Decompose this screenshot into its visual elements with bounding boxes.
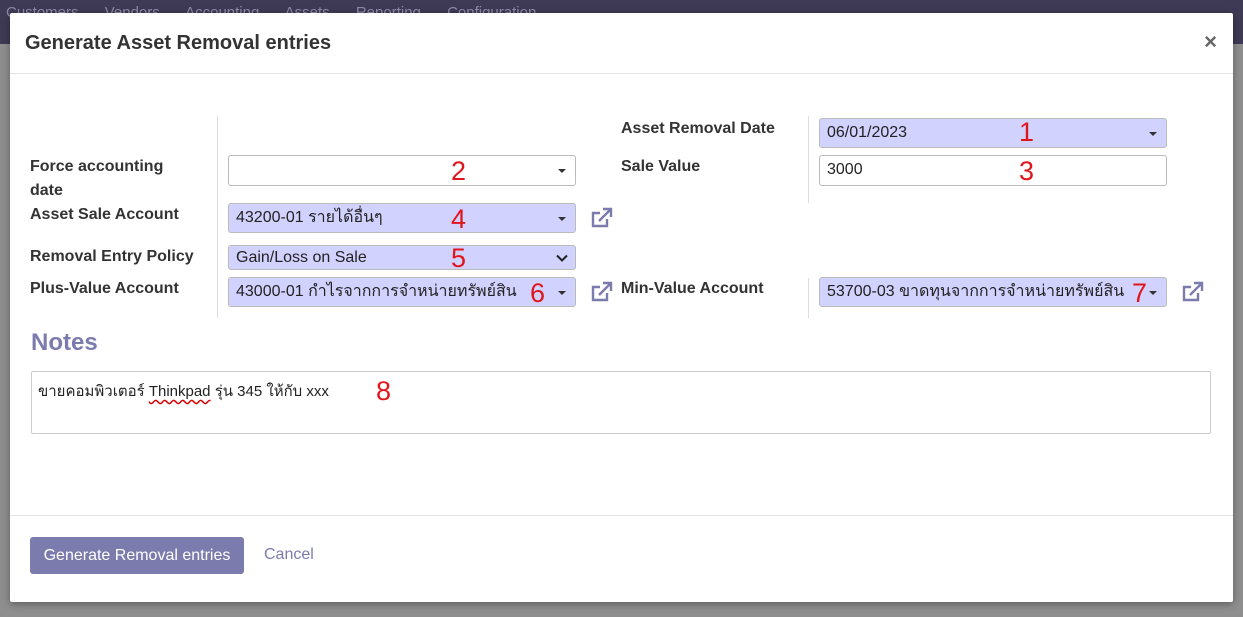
chevron-down-icon xyxy=(556,254,568,262)
external-link-icon[interactable] xyxy=(590,281,614,303)
footer-divider xyxy=(10,515,1233,516)
plus-value-account-value: 43000-01 กำไรจากการจำหน่ายทรัพย์สิน xyxy=(236,283,517,300)
chevron-down-icon xyxy=(558,169,566,173)
plus-value-account-field[interactable]: 43000-01 กำไรจากการจำหน่ายทรัพย์สิน xyxy=(228,277,576,307)
asset-removal-date-label: Asset Removal Date xyxy=(621,120,775,137)
chevron-down-icon xyxy=(1149,291,1157,295)
chevron-down-icon xyxy=(558,291,566,295)
sale-value-label: Sale Value xyxy=(621,158,701,175)
notes-heading: Notes xyxy=(31,329,98,356)
asset-removal-date-value: 06/01/2023 xyxy=(827,124,908,141)
dialog-header: Generate Asset Removal entries × xyxy=(10,13,1233,74)
min-value-account-field[interactable]: 53700-03 ขาดทุนจากการจำหน่ายทรัพย์สิน xyxy=(819,277,1167,307)
marker-5: 5 xyxy=(451,243,467,273)
sale-value-text: 3000 xyxy=(827,161,863,178)
left-column-divider xyxy=(217,116,218,318)
min-value-account-value: 53700-03 ขาดทุนจากการจำหน่ายทรัพย์สิน xyxy=(827,283,1125,300)
external-link-icon[interactable] xyxy=(590,207,614,229)
marker-3: 3 xyxy=(1019,156,1035,186)
chevron-down-icon xyxy=(558,217,566,221)
chevron-down-icon xyxy=(1149,132,1157,136)
right-column-divider-top xyxy=(808,116,809,203)
force-accounting-date-label: Force accounting date xyxy=(30,158,164,199)
right-column-divider-bottom xyxy=(808,278,809,318)
marker-1: 1 xyxy=(1019,117,1035,147)
asset-removal-date-field[interactable]: 06/01/2023 xyxy=(819,118,1167,148)
asset-sale-account-field[interactable]: 43200-01 รายได้อื่นๆ xyxy=(228,203,576,233)
asset-sale-account-value: 43200-01 รายได้อื่นๆ xyxy=(236,209,383,226)
removal-entry-policy-label: Removal Entry Policy xyxy=(30,248,194,265)
marker-7: 7 xyxy=(1132,278,1148,308)
notes-text-end: รุ่น 345 ให้กับ xxx xyxy=(210,383,329,400)
notes-text-misspelled: Thinkpad xyxy=(148,383,211,400)
dialog-title: Generate Asset Removal entries xyxy=(25,32,332,54)
sale-value-input[interactable]: 3000 xyxy=(819,155,1167,186)
force-accounting-date-field[interactable] xyxy=(228,155,576,186)
removal-entry-policy-select[interactable]: Gain/Loss on Sale xyxy=(228,245,576,270)
marker-8: 8 xyxy=(376,376,392,406)
plus-value-account-label: Plus-Value Account xyxy=(30,280,179,297)
notes-text-start: ขายคอมพิวเตอร์ xyxy=(38,383,149,400)
marker-2: 2 xyxy=(451,156,467,186)
external-link-icon[interactable] xyxy=(1181,281,1205,303)
marker-4: 4 xyxy=(451,204,467,234)
cancel-button[interactable]: Cancel xyxy=(264,546,314,564)
min-value-account-label: Min-Value Account xyxy=(621,280,764,297)
notes-textarea[interactable]: ขายคอมพิวเตอร์ Thinkpad รุ่น 345 ให้กับ … xyxy=(31,371,1211,434)
asset-sale-account-label: Asset Sale Account xyxy=(30,206,179,223)
close-icon[interactable]: × xyxy=(1204,29,1217,55)
generate-removal-entries-button[interactable]: Generate Removal entries xyxy=(30,537,244,574)
asset-removal-dialog: Generate Asset Removal entries × Asset R… xyxy=(10,13,1233,602)
removal-entry-policy-value: Gain/Loss on Sale xyxy=(236,249,367,266)
marker-6: 6 xyxy=(530,278,546,308)
